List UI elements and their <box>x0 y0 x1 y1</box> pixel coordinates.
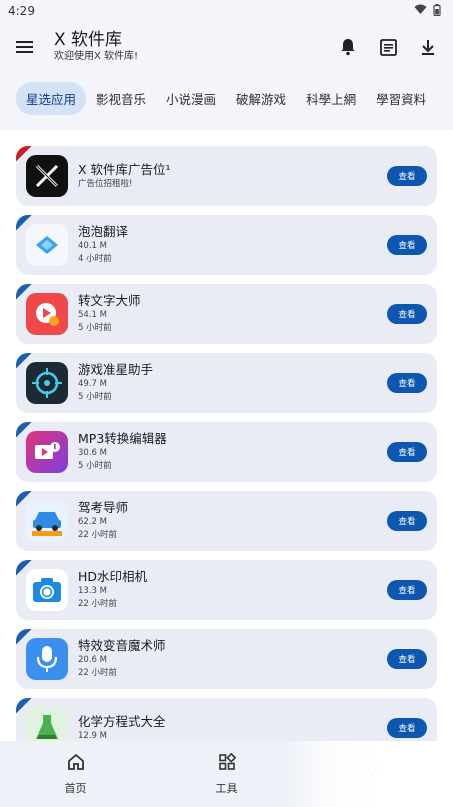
nav-home-label: 首页 <box>64 781 87 795</box>
tab-study-materials[interactable]: 學習資料 <box>366 82 436 115</box>
ribbon-badge <box>16 698 38 720</box>
view-button[interactable]: 查看 <box>387 166 427 186</box>
ribbon-badge <box>16 491 38 513</box>
app-size: 54.1 M <box>78 310 107 320</box>
overlay-fade <box>283 741 453 807</box>
nav-tools[interactable]: 工具 <box>151 752 302 796</box>
list-item[interactable]: 游戏准星助手 49.7 M 5 小时前 查看 <box>16 353 437 413</box>
app-name: 特效变音魔术师 <box>78 638 166 653</box>
app-size: 40.1 M <box>78 241 107 251</box>
tab-video-music[interactable]: 影视音乐 <box>86 82 156 115</box>
tab-novel-comic[interactable]: 小说漫画 <box>156 82 226 115</box>
app-desc: 广告位招租啦! <box>78 178 133 189</box>
page-title: X 软件库 <box>54 30 123 50</box>
list-item[interactable]: 泡泡翻译 40.1 M 4 小时前 查看 <box>16 215 437 275</box>
ribbon-badge <box>16 284 38 306</box>
category-tabs: 星选应用 影视音乐 小说漫画 破解游戏 科學上網 學習資料 <box>0 72 453 124</box>
list-item[interactable]: MP3转换编辑器 30.6 M 5 小时前 查看 <box>16 422 437 482</box>
bell-icon[interactable] <box>337 36 359 58</box>
ribbon-badge <box>16 422 38 444</box>
app-size: 20.6 M <box>78 655 107 665</box>
ribbon-badge <box>16 215 38 237</box>
status-bar: 4:29 <box>0 0 453 22</box>
view-button[interactable]: 查看 <box>387 718 427 738</box>
wifi-icon <box>414 4 427 18</box>
ribbon-badge <box>16 560 38 582</box>
app-updated: 22 小时前 <box>78 668 118 678</box>
view-button[interactable]: 查看 <box>387 649 427 669</box>
app-name: X 软件库广告位¹ <box>78 161 171 177</box>
app-updated: 4 小时前 <box>78 254 112 264</box>
tools-icon <box>218 752 236 774</box>
app-size: 13.3 M <box>78 586 107 596</box>
view-button[interactable]: 查看 <box>387 235 427 255</box>
list-item[interactable]: 驾考导师 62.2 M 22 小时前 查看 <box>16 491 437 551</box>
battery-icon <box>433 3 441 19</box>
status-time: 4:29 <box>8 4 35 18</box>
page-subtitle: 欢迎使用X 软件库! <box>54 51 139 62</box>
app-updated: 5 小时前 <box>78 392 112 402</box>
tab-cracked-games[interactable]: 破解游戏 <box>226 82 296 115</box>
app-updated: 22 小时前 <box>78 599 118 609</box>
home-icon <box>67 753 85 774</box>
app-bar: X 软件库 欢迎使用X 软件库! <box>0 22 453 72</box>
app-name: 游戏准星助手 <box>78 362 154 377</box>
download-icon[interactable] <box>417 36 439 58</box>
view-button[interactable]: 查看 <box>387 373 427 393</box>
bottom-nav: 首页 工具 <box>0 741 453 807</box>
app-size: 12.9 M <box>78 730 107 741</box>
app-name: 转文字大师 <box>78 293 141 308</box>
app-size: 30.6 M <box>78 448 107 458</box>
menu-icon[interactable] <box>14 36 36 58</box>
app-name: 驾考导师 <box>78 500 129 515</box>
app-updated: 5 小时前 <box>78 323 112 333</box>
ribbon-badge <box>16 629 38 651</box>
list-item[interactable]: 转文字大师 54.1 M 5 小时前 查看 <box>16 284 437 344</box>
ribbon-badge <box>16 353 38 375</box>
app-list: X 软件库广告位¹ 广告位招租啦! 查看 泡泡翻译 40.1 M 4 小时前 查… <box>0 130 453 741</box>
view-button[interactable]: 查看 <box>387 442 427 462</box>
ribbon-badge <box>16 146 38 168</box>
view-button[interactable]: 查看 <box>387 580 427 600</box>
view-button[interactable]: 查看 <box>387 304 427 324</box>
app-updated: 5 小时前 <box>78 461 112 471</box>
notes-icon[interactable] <box>377 36 399 58</box>
list-item[interactable]: 特效变音魔术师 20.6 M 22 小时前 查看 <box>16 629 437 689</box>
nav-home[interactable]: 首页 <box>0 753 151 796</box>
tab-featured[interactable]: 星选应用 <box>16 81 87 115</box>
app-size: 49.7 M <box>78 379 107 389</box>
list-item[interactable]: HD水印相机 13.3 M 22 小时前 查看 <box>16 560 437 620</box>
list-item[interactable]: X 软件库广告位¹ 广告位招租啦! 查看 <box>16 146 437 206</box>
app-name: MP3转换编辑器 <box>78 431 167 446</box>
app-size: 62.2 M <box>78 517 107 527</box>
app-name: 泡泡翻译 <box>78 224 129 239</box>
tab-science-proxy[interactable]: 科學上網 <box>296 82 366 115</box>
list-item[interactable]: 化学方程式大全 12.9 M 查看 <box>16 698 437 741</box>
app-updated: 22 小时前 <box>78 530 118 540</box>
app-name: 化学方程式大全 <box>78 713 166 729</box>
app-name: HD水印相机 <box>78 569 148 584</box>
view-button[interactable]: 查看 <box>387 511 427 531</box>
nav-tools-label: 工具 <box>215 781 238 795</box>
